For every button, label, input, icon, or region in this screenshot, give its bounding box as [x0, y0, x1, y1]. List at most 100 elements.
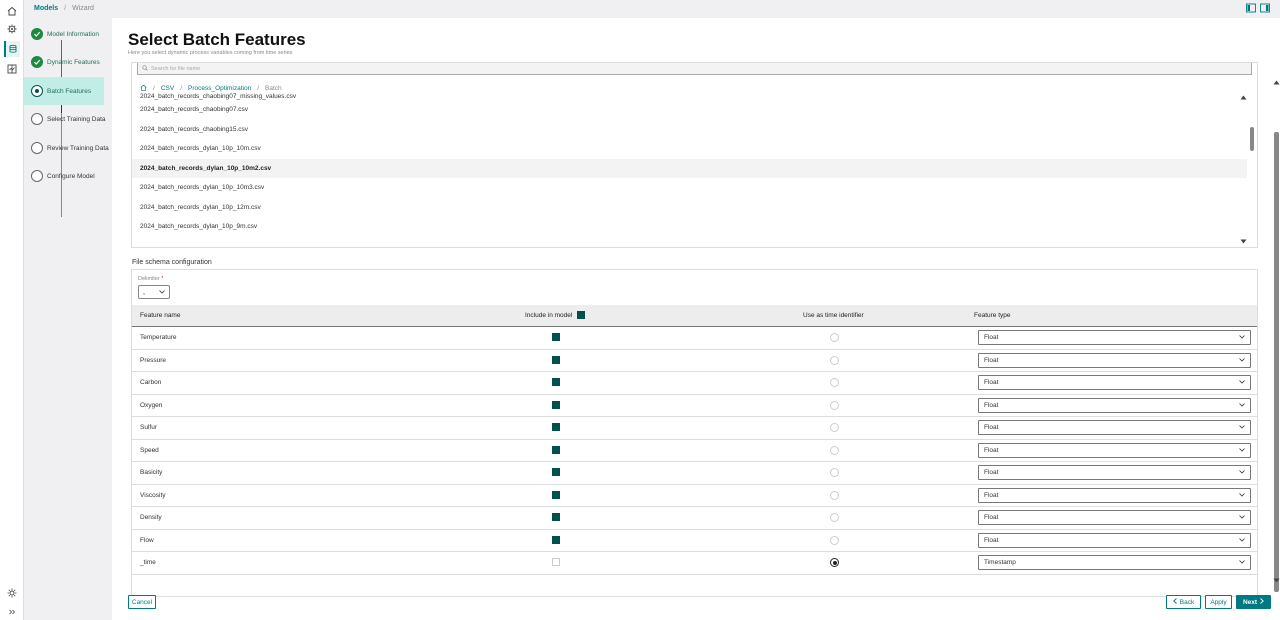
- table-row: Sulfur Float: [132, 417, 1257, 440]
- step-label: Dynamic Features: [47, 58, 100, 66]
- schema-title: File schema configuration: [132, 259, 212, 266]
- theme-toggle-icon[interactable]: [4, 585, 20, 601]
- include-checkbox[interactable]: [552, 355, 560, 364]
- expand-icon[interactable]: [4, 604, 20, 620]
- time-identifier-radio[interactable]: [830, 513, 839, 522]
- time-identifier-radio[interactable]: [830, 445, 839, 455]
- feature-type-select[interactable]: Float: [978, 465, 1251, 480]
- header-time-id: Use as time identifier: [803, 312, 864, 319]
- time-identifier-radio[interactable]: [830, 535, 839, 545]
- time-identifier-radio[interactable]: [830, 468, 839, 477]
- table-row: Density Float: [132, 507, 1257, 530]
- file-item[interactable]: 2024_batch_records_dylan_10p_10m3.csv: [132, 178, 1247, 198]
- step-configure-model[interactable]: Configure Model: [24, 162, 104, 190]
- select-all-checkbox[interactable]: [577, 311, 585, 319]
- feature-type-select[interactable]: Float: [978, 397, 1251, 413]
- include-checkbox[interactable]: [552, 333, 560, 341]
- scroll-up-icon[interactable]: [1240, 95, 1247, 102]
- breadcrumb-models[interactable]: Models: [34, 5, 58, 12]
- chevron-down-icon: [1239, 492, 1245, 499]
- feature-type-select[interactable]: Float: [978, 487, 1251, 503]
- file-item-selected[interactable]: 2024_batch_records_dylan_10p_10m2.csv: [132, 158, 1247, 178]
- wizard-steps: Model Information Dynamic Features Batch…: [24, 18, 112, 620]
- time-identifier-radio[interactable]: [830, 558, 839, 567]
- time-identifier-radio[interactable]: [830, 378, 839, 387]
- time-identifier-radio[interactable]: [830, 490, 839, 500]
- feature-name: Sulfur: [140, 424, 157, 431]
- feature-type-select[interactable]: Float: [978, 510, 1251, 525]
- pending-step-icon: [31, 142, 43, 154]
- path-separator: /: [180, 85, 182, 92]
- feature-type-select[interactable]: Float: [978, 442, 1251, 458]
- feature-type-select[interactable]: Float: [978, 532, 1251, 548]
- include-checkbox[interactable]: [552, 423, 560, 431]
- step-select-training-data[interactable]: Select Training Data: [24, 105, 106, 133]
- back-button[interactable]: Back: [1166, 595, 1201, 609]
- feature-type-value: Float: [984, 514, 999, 521]
- include-checkbox[interactable]: [552, 558, 560, 566]
- check-icon: [31, 56, 43, 68]
- step-batch-features[interactable]: Batch Features: [24, 77, 104, 105]
- include-checkbox[interactable]: [552, 400, 560, 409]
- feature-type-value: Timestamp: [984, 559, 1016, 566]
- table-row: Oxygen Float: [132, 395, 1257, 417]
- feature-type-select[interactable]: Float: [978, 375, 1251, 390]
- delimiter-select[interactable]: ,: [138, 285, 170, 299]
- step-model-information[interactable]: Model Information: [24, 20, 104, 48]
- time-identifier-radio[interactable]: [830, 400, 839, 410]
- file-item[interactable]: 2024_batch_records_dylan_10p_9m.csv: [132, 217, 1247, 237]
- include-checkbox[interactable]: [552, 378, 560, 386]
- scroll-down-icon[interactable]: [1240, 239, 1247, 246]
- table-row: Viscosity Float: [132, 485, 1257, 507]
- page-scrollbar[interactable]: [1272, 80, 1280, 608]
- feature-type-value: Float: [984, 469, 999, 476]
- home-icon[interactable]: [140, 84, 147, 93]
- file-item[interactable]: 2024_batch_records_chaobing15.csv: [132, 120, 1247, 140]
- include-checkbox[interactable]: [552, 468, 560, 476]
- database-icon[interactable]: [4, 41, 20, 57]
- next-button[interactable]: Next: [1236, 595, 1271, 609]
- feature-type-select[interactable]: Float: [978, 352, 1251, 368]
- step-review-training-data[interactable]: Review Training Data: [24, 134, 109, 162]
- feature-name: Oxygen: [140, 401, 163, 409]
- chevron-left-icon: [1172, 598, 1177, 606]
- cancel-button[interactable]: Cancel: [128, 595, 156, 609]
- include-checkbox[interactable]: [552, 513, 560, 521]
- home-icon[interactable]: [4, 3, 20, 19]
- search-input[interactable]: Search for file name: [137, 63, 1252, 75]
- schema-config: Delimiter * , Feature name Include in mo…: [131, 269, 1258, 597]
- file-item[interactable]: 2024_batch_records_chaobing07.csv: [132, 100, 1247, 120]
- chevron-down-icon: [1239, 379, 1245, 386]
- step-dynamic-features[interactable]: Dynamic Features: [24, 48, 104, 76]
- feature-type-select[interactable]: Timestamp: [978, 555, 1251, 570]
- search-icon: [142, 64, 148, 73]
- file-item[interactable]: 2024_batch_records_chaobing07_missing_va…: [132, 93, 1247, 100]
- include-checkbox[interactable]: [552, 445, 560, 454]
- file-item[interactable]: 2024_batch_records_dylan_10p_10m.csv: [132, 139, 1247, 159]
- page-scroll-thumb[interactable]: [1274, 132, 1279, 592]
- breadcrumb: Models / Wizard: [34, 5, 94, 12]
- path-current: Batch: [265, 85, 282, 92]
- feature-type-select[interactable]: Float: [978, 420, 1251, 435]
- dashboard-icon[interactable]: [4, 61, 20, 77]
- left-panel-icon[interactable]: [1246, 3, 1256, 15]
- feature-type-value: Float: [984, 401, 999, 409]
- folder-path: / CSV / Process_Optimization / Batch: [140, 84, 282, 93]
- time-identifier-radio[interactable]: [830, 333, 839, 342]
- apply-button[interactable]: Apply: [1205, 595, 1232, 609]
- path-csv[interactable]: CSV: [161, 85, 174, 92]
- time-identifier-radio[interactable]: [830, 355, 839, 365]
- scroll-up-icon[interactable]: [1273, 80, 1280, 87]
- time-identifier-radio[interactable]: [830, 423, 839, 432]
- right-panel-icon[interactable]: [1260, 3, 1270, 15]
- page-title: Select Batch Features: [128, 30, 306, 49]
- path-process-optimization[interactable]: Process_Optimization: [188, 85, 251, 92]
- breadcrumb-separator: /: [64, 5, 67, 12]
- file-item[interactable]: 2024_batch_records_dylan_10p_12m.csv: [132, 198, 1247, 218]
- feature-type-select[interactable]: Float: [978, 330, 1251, 345]
- scroll-down-icon[interactable]: [1273, 578, 1280, 585]
- include-checkbox[interactable]: [552, 535, 560, 544]
- gear-icon[interactable]: [4, 21, 20, 37]
- file-list-scrollbar[interactable]: [1250, 127, 1254, 151]
- include-checkbox[interactable]: [552, 490, 560, 499]
